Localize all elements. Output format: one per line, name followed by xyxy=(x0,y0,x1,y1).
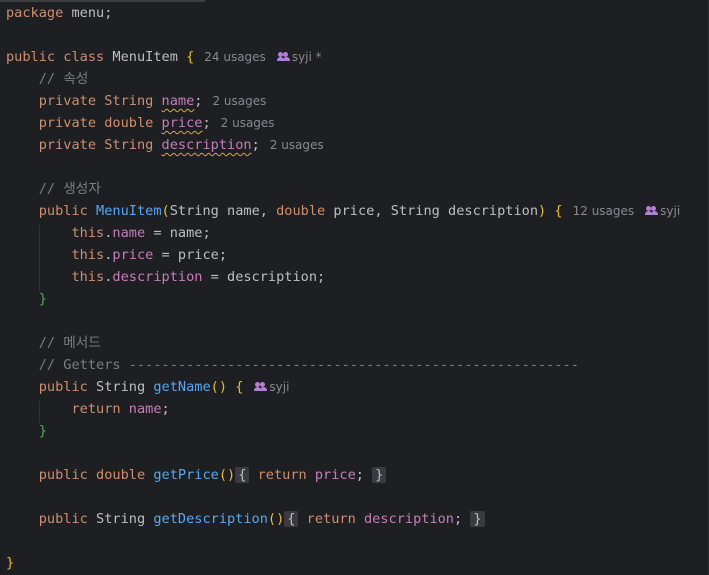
author-icon xyxy=(254,382,268,392)
code-line-18: public String getName() {syji xyxy=(38,379,290,395)
usages-hint[interactable]: 12 usages xyxy=(573,204,635,218)
code-line-24: public String getDescription(){ return d… xyxy=(6,508,485,530)
author-hint[interactable]: syji xyxy=(269,380,289,394)
code-line-7: private String description; 2 usages xyxy=(38,137,324,153)
code-line-1: package menu; xyxy=(6,5,113,21)
code-line-22: public double getPrice(){ return price; … xyxy=(6,464,387,486)
field-description[interactable]: description xyxy=(162,137,252,153)
code-line-17: // Getters -----------------------------… xyxy=(38,357,579,373)
field-price[interactable]: price xyxy=(162,115,203,131)
usages-hint[interactable]: 2 usages xyxy=(221,116,275,130)
code-line-20: } xyxy=(38,423,47,439)
code-line-13: this.description = description; xyxy=(71,269,326,285)
code-line-14: } xyxy=(38,291,47,307)
code-line-12: this.price = price; xyxy=(71,247,228,263)
code-line-6: private double price; 2 usages xyxy=(38,115,275,131)
method-getPrice[interactable]: getPrice xyxy=(153,467,218,483)
method-getDescription[interactable]: getDescription xyxy=(153,511,268,527)
class-name[interactable]: MenuItem xyxy=(112,49,177,65)
folded-method-body[interactable]: { xyxy=(284,511,299,527)
author-hint[interactable]: syji * xyxy=(292,50,322,64)
code-line-19: return name; xyxy=(71,401,170,417)
code-line-11: this.name = name; xyxy=(71,225,211,241)
usages-hint[interactable]: 24 usages xyxy=(204,50,266,64)
author-hint[interactable]: syji xyxy=(660,204,680,218)
constructor-name[interactable]: MenuItem xyxy=(96,203,161,219)
folded-method-end[interactable]: } xyxy=(470,511,485,527)
code-line-16: // 메서드 xyxy=(38,335,101,351)
field-name[interactable]: name xyxy=(162,93,195,109)
code-line-9: // 생성자 xyxy=(38,181,101,197)
folded-method-body[interactable]: { xyxy=(235,467,250,483)
code-line-26: } xyxy=(6,555,15,571)
code-line-3: public class MenuItem {24 usages syji * xyxy=(6,49,322,65)
method-getName[interactable]: getName xyxy=(153,379,210,395)
usages-hint[interactable]: 2 usages xyxy=(270,138,324,152)
code-line-10: public MenuItem(String name, double pric… xyxy=(38,203,681,219)
usages-hint[interactable]: 2 usages xyxy=(212,94,266,108)
code-line-5: private String name; 2 usages xyxy=(38,93,267,109)
code-line-4: // 속성 xyxy=(38,71,89,87)
author-icon xyxy=(645,206,659,216)
folded-method-end[interactable]: } xyxy=(372,467,387,483)
author-icon xyxy=(276,52,290,62)
